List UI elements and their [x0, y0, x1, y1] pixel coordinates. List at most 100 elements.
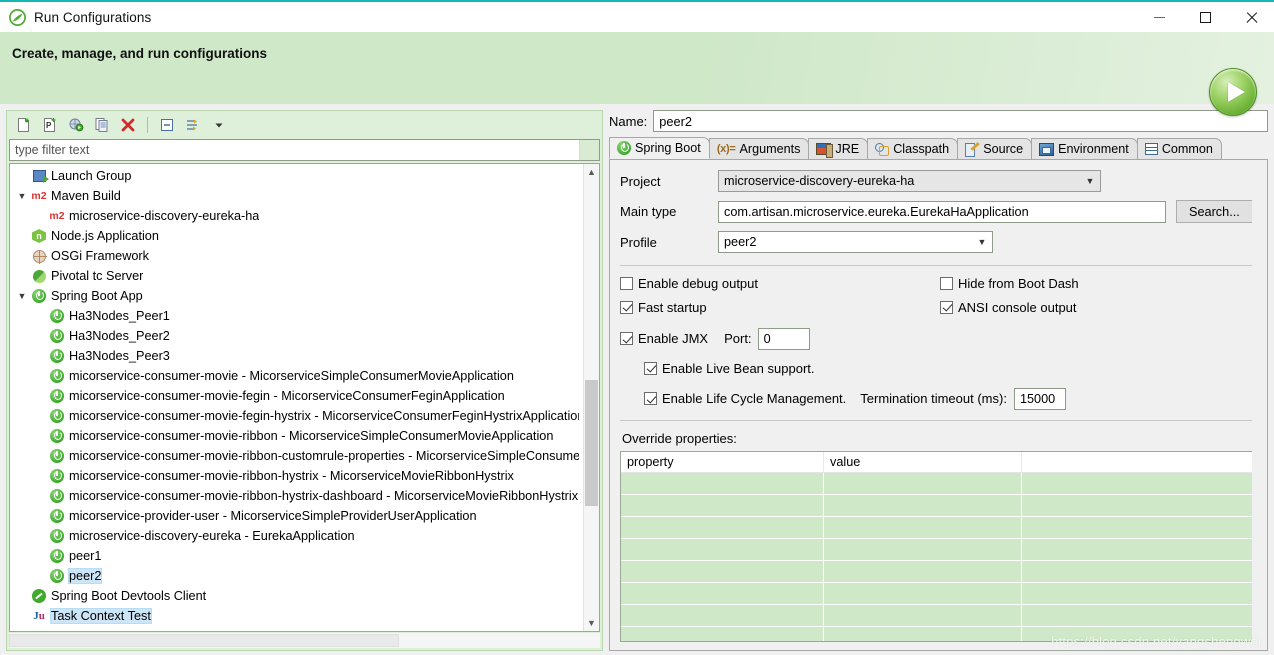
- tree-item[interactable]: micorservice-consumer-movie-ribbon-hystr…: [10, 486, 583, 506]
- table-cell[interactable]: [621, 472, 824, 495]
- hide-from-boot-dash-checkbox[interactable]: [940, 276, 953, 290]
- tree-vertical-scrollbar[interactable]: ▲ ▼: [583, 164, 599, 631]
- table-cell[interactable]: [621, 516, 824, 539]
- table-cell[interactable]: [824, 582, 1022, 605]
- tree-item[interactable]: micorservice-consumer-movie - Micorservi…: [10, 366, 583, 386]
- table-cell[interactable]: [621, 538, 824, 561]
- minimize-button[interactable]: [1136, 2, 1182, 32]
- fast-startup-checkbox[interactable]: [620, 300, 633, 314]
- tree-scroll-thumb[interactable]: [585, 380, 598, 507]
- tree-item[interactable]: Launch Group: [10, 166, 583, 186]
- tree-item[interactable]: micorservice-provider-user - Micorservic…: [10, 506, 583, 526]
- main-type-value[interactable]: com.artisan.microservice.eureka.EurekaHa…: [718, 200, 1166, 223]
- tree-item[interactable]: Ha3Nodes_Peer1: [10, 306, 583, 326]
- table-row[interactable]: [621, 604, 1254, 627]
- table-cell[interactable]: [824, 472, 1022, 495]
- termination-timeout-input[interactable]: 15000: [1013, 387, 1066, 410]
- table-column-header[interactable]: [1022, 451, 1254, 472]
- table-cell[interactable]: [824, 560, 1022, 583]
- table-cell[interactable]: [1022, 582, 1254, 605]
- table-cell[interactable]: [621, 582, 824, 605]
- tree-item[interactable]: Spring Boot Devtools Client: [10, 586, 583, 606]
- table-cell[interactable]: [824, 604, 1022, 627]
- tree-item[interactable]: micorservice-consumer-movie-ribbon-custo…: [10, 446, 583, 466]
- table-cell[interactable]: [1022, 494, 1254, 517]
- new-configuration-icon[interactable]: [13, 114, 35, 135]
- table-cell[interactable]: [1022, 472, 1254, 495]
- tree-item[interactable]: OSGi Framework: [10, 246, 583, 266]
- tree-item[interactable]: Pivotal tc Server: [10, 266, 583, 286]
- filter-icon[interactable]: [182, 114, 204, 135]
- tree-scroll-up-button[interactable]: ▲: [584, 164, 599, 180]
- tree-hscroll-track[interactable]: [9, 633, 600, 648]
- table-cell[interactable]: [1022, 538, 1254, 561]
- profile-combo[interactable]: peer2 ▼: [718, 231, 993, 253]
- tree-item[interactable]: Ha3Nodes_Peer3: [10, 346, 583, 366]
- ansi-console-output-checkbox[interactable]: [940, 300, 953, 314]
- tree-item[interactable]: ↗↘XSL: [10, 626, 583, 631]
- enable-life-cycle-checkbox[interactable]: [644, 392, 657, 406]
- project-combo[interactable]: microservice-discovery-eureka-ha ▼: [718, 170, 1101, 192]
- table-cell[interactable]: [1022, 560, 1254, 583]
- tree-scroll-down-button[interactable]: ▼: [584, 615, 599, 631]
- table-cell[interactable]: [1022, 626, 1254, 641]
- table-cell[interactable]: [824, 626, 1022, 641]
- table-row[interactable]: [621, 472, 1254, 495]
- search-button[interactable]: Search...: [1176, 200, 1253, 223]
- tab-classpath[interactable]: Classpath: [867, 138, 959, 159]
- tree-item[interactable]: n Node.js Application: [10, 226, 583, 246]
- filter-clear-button[interactable]: [579, 140, 599, 160]
- table-row[interactable]: [621, 626, 1254, 641]
- tab-source[interactable]: Source: [957, 138, 1033, 159]
- duplicate-icon[interactable]: [91, 114, 113, 135]
- table-row[interactable]: [621, 516, 1254, 539]
- table-cell[interactable]: [824, 516, 1022, 539]
- tab-jre[interactable]: JRE: [808, 138, 869, 159]
- delete-icon[interactable]: [117, 114, 139, 135]
- tree-item[interactable]: Ha3Nodes_Peer2: [10, 326, 583, 346]
- table-row[interactable]: [621, 582, 1254, 605]
- tree-hscroll-thumb[interactable]: [9, 634, 400, 647]
- tree-item[interactable]: micorservice-consumer-movie-ribbon-hystr…: [10, 466, 583, 486]
- tab-environment[interactable]: Environment: [1031, 138, 1138, 159]
- export-icon[interactable]: [65, 114, 87, 135]
- configurations-tree[interactable]: Launch Group ▼ m2 Maven Build m2 microservice…: [10, 164, 583, 631]
- table-cell[interactable]: [1022, 604, 1254, 627]
- filter-input[interactable]: [10, 140, 579, 160]
- menu-arrow-icon[interactable]: [208, 114, 230, 135]
- maximize-button[interactable]: [1182, 2, 1228, 32]
- table-row[interactable]: [621, 494, 1254, 517]
- table-cell[interactable]: [1022, 516, 1254, 539]
- enable-live-bean-checkbox[interactable]: [644, 361, 657, 375]
- table-cell[interactable]: [621, 626, 824, 641]
- chevron-down-icon[interactable]: ▼: [14, 191, 30, 201]
- tree-item[interactable]: ▼ Spring Boot App: [10, 286, 583, 306]
- table-cell[interactable]: [621, 494, 824, 517]
- chevron-down-icon[interactable]: ▼: [14, 291, 30, 301]
- tree-item[interactable]: peer2: [10, 566, 583, 586]
- tree-item[interactable]: microservice-discovery-eureka - EurekaAp…: [10, 526, 583, 546]
- tree-item[interactable]: Ju Task Context Test: [10, 606, 583, 626]
- close-button[interactable]: [1228, 2, 1274, 32]
- enable-debug-output-checkbox[interactable]: [620, 276, 633, 290]
- tree-item[interactable]: m2 microservice-discovery-eureka-ha: [10, 206, 583, 226]
- tab-spring-boot[interactable]: Spring Boot: [609, 137, 710, 159]
- tree-item[interactable]: peer1: [10, 546, 583, 566]
- tree-item[interactable]: micorservice-consumer-movie-ribbon - Mic…: [10, 426, 583, 446]
- tab-common[interactable]: Common: [1136, 138, 1222, 159]
- collapse-all-icon[interactable]: [156, 114, 178, 135]
- table-column-header[interactable]: value: [824, 451, 1022, 472]
- table-cell[interactable]: [824, 538, 1022, 561]
- tab-arguments[interactable]: (x)= Arguments: [708, 138, 810, 159]
- table-cell[interactable]: [621, 604, 824, 627]
- new-prototype-icon[interactable]: P: [39, 114, 61, 135]
- run-button[interactable]: [1209, 68, 1257, 116]
- tree-horizontal-scrollbar[interactable]: [9, 633, 600, 648]
- override-properties-table[interactable]: property value: [620, 450, 1255, 642]
- table-column-header[interactable]: property: [621, 451, 824, 472]
- table-row[interactable]: [621, 560, 1254, 583]
- tree-item[interactable]: micorservice-consumer-movie-fegin - Mico…: [10, 386, 583, 406]
- name-input[interactable]: [653, 110, 1268, 132]
- port-input[interactable]: 0: [757, 327, 810, 350]
- tree-item[interactable]: micorservice-consumer-movie-fegin-hystri…: [10, 406, 583, 426]
